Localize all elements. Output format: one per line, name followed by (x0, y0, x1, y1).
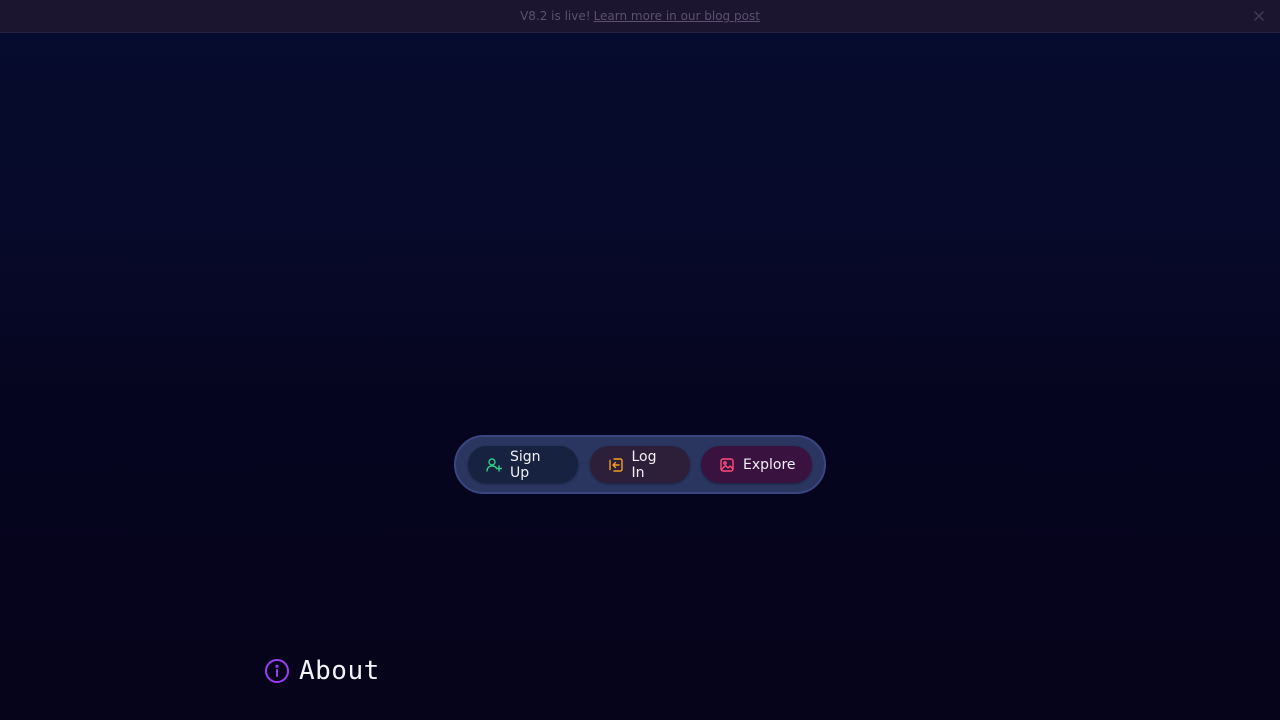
close-icon[interactable] (1252, 9, 1266, 23)
image-icon (719, 457, 735, 473)
announcement-bar: V8.2 is live! Learn more in our blog pos… (0, 0, 1280, 33)
log-in-button[interactable]: Log In (589, 446, 690, 483)
user-plus-icon (486, 457, 502, 473)
sign-up-button[interactable]: Sign Up (468, 446, 578, 483)
explore-button[interactable]: Explore (701, 446, 812, 483)
auth-action-group: Sign Up Log In Explore (454, 435, 826, 494)
sign-up-label: Sign Up (510, 448, 541, 481)
info-icon (264, 658, 290, 684)
about-title: About (299, 656, 380, 686)
explore-label: Explore (743, 456, 796, 473)
login-icon (608, 457, 624, 473)
announcement-link[interactable]: Learn more in our blog post (594, 9, 760, 23)
about-heading: About (264, 656, 380, 686)
log-in-label: Log In (631, 448, 657, 481)
announcement-message: V8.2 is live! (520, 9, 591, 23)
